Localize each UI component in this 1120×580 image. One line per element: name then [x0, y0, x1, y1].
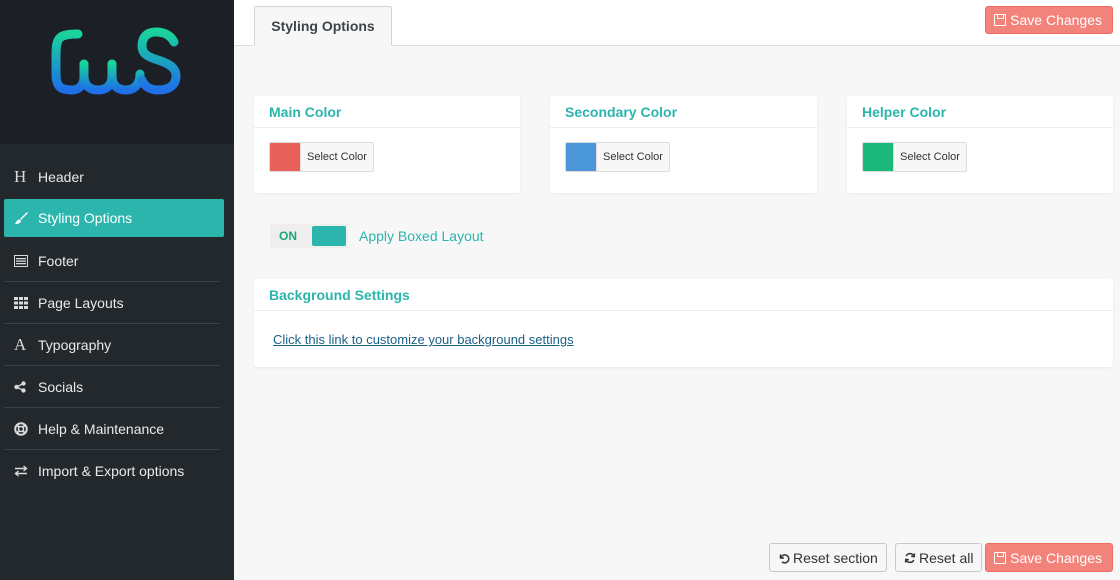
sidebar-item-typography[interactable]: A Typography	[4, 324, 220, 366]
main-color-picker[interactable]: Select Color	[269, 142, 374, 172]
select-color-button[interactable]: Select Color	[893, 143, 966, 171]
typography-icon: A	[14, 334, 27, 354]
floppy-icon	[994, 14, 1007, 26]
sidebar-item-label: Help & Maintenance	[38, 420, 165, 437]
save-changes-button[interactable]: Save Changes	[985, 6, 1113, 34]
sidebar-item-styling-options[interactable]: Styling Options	[4, 199, 224, 237]
reset-section-label: Reset section	[793, 549, 878, 566]
save-changes-button-bottom[interactable]: Save Changes	[985, 543, 1113, 572]
sidebar-item-label: Footer	[38, 252, 79, 269]
lifebuoy-icon	[14, 421, 36, 437]
sidebar-item-label: Styling Options	[38, 210, 133, 226]
helper-color-picker[interactable]: Select Color	[862, 142, 967, 172]
exchange-icon	[14, 463, 36, 479]
main-color-card: Main Color Select Color	[254, 96, 520, 193]
main-color-swatch[interactable]	[270, 143, 300, 171]
undo-icon	[779, 553, 790, 564]
grid-icon	[14, 295, 36, 311]
sidebar-nav: H Header Styling Options Footer Page Lay…	[0, 156, 234, 492]
sidebar-item-header[interactable]: H Header	[4, 156, 220, 198]
select-color-button[interactable]: Select Color	[596, 143, 669, 171]
sidebar-item-socials[interactable]: Socials	[4, 366, 220, 408]
tab-label: Styling Options	[271, 18, 375, 34]
card-title: Helper Color	[847, 96, 1113, 128]
reset-all-label: Reset all	[919, 549, 974, 566]
reset-section-button[interactable]: Reset section	[769, 543, 887, 572]
header-icon: H	[14, 167, 27, 186]
boxed-layout-label: Apply Boxed Layout	[359, 228, 484, 244]
sidebar-item-label: Socials	[38, 378, 84, 395]
save-label: Save Changes	[1010, 12, 1102, 28]
reset-all-button[interactable]: Reset all	[895, 543, 983, 572]
floppy-icon	[994, 551, 1007, 564]
sidebar-item-page-layouts[interactable]: Page Layouts	[4, 282, 220, 324]
save-label: Save Changes	[1010, 549, 1102, 566]
boxed-layout-toggle[interactable]: ON	[270, 224, 348, 248]
refresh-icon	[904, 552, 916, 563]
secondary-color-picker[interactable]: Select Color	[565, 142, 670, 172]
sidebar-item-footer[interactable]: Footer	[4, 240, 220, 282]
card-title: Background Settings	[254, 279, 1113, 311]
sidebar-item-label: Header	[38, 169, 84, 185]
sidebar-item-label: Page Layouts	[38, 294, 124, 311]
background-settings-link[interactable]: Click this link to customize your backgr…	[273, 332, 574, 347]
helper-color-card: Helper Color Select Color	[847, 96, 1113, 193]
select-color-button[interactable]: Select Color	[300, 143, 373, 171]
card-title: Main Color	[254, 96, 520, 128]
footer-icon	[14, 253, 36, 269]
background-settings-card: Background Settings Click this link to c…	[254, 279, 1113, 367]
secondary-color-card: Secondary Color Select Color	[550, 96, 817, 193]
sidebar-item-import-export[interactable]: Import & Export options	[4, 450, 220, 492]
sidebar-item-label: Import & Export options	[38, 463, 185, 479]
sidebar-item-label: Typography	[38, 336, 112, 353]
sidebar-item-help-maintenance[interactable]: Help & Maintenance	[4, 408, 220, 450]
sidebar: H Header Styling Options Footer Page Lay…	[0, 0, 234, 580]
card-title: Secondary Color	[550, 96, 817, 128]
share-icon	[14, 379, 36, 395]
cws-logo	[51, 27, 181, 95]
brush-icon	[14, 210, 36, 226]
toggle-state-label: ON	[279, 229, 297, 243]
helper-color-swatch[interactable]	[863, 143, 893, 171]
toggle-knob	[312, 226, 346, 246]
top-bar: Styling Options Save Changes	[234, 0, 1120, 46]
logo-area	[0, 0, 234, 144]
secondary-color-swatch[interactable]	[566, 143, 596, 171]
tab-styling-options[interactable]: Styling Options	[254, 6, 392, 46]
